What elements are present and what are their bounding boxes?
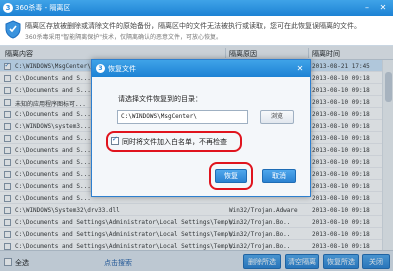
info-bar: 隔离区存放被删除或清除文件的原始备份，隔离区中的文件无法被执行或读取，您可在此恢… (0, 16, 393, 46)
info-subtext: 360杀毒采用"智能隔离保护"技术，仅隔离确认的恶意文件，可放心恢复。 (25, 34, 222, 41)
cancel-button[interactable]: 取消 (262, 169, 296, 183)
shield-icon (5, 20, 21, 39)
app-logo-icon: 3 (3, 3, 13, 13)
close-icon[interactable]: ✕ (377, 2, 389, 13)
dialog-titlebar: 3 恢复文件 ✕ (92, 60, 310, 77)
restore-button-highlight-annotation (209, 162, 253, 190)
browse-button[interactable]: 浏览 (260, 110, 294, 124)
info-text: 隔离区存放被删除或清除文件的原始备份，隔离区中的文件无法被执行或读取，您可在此恢… (25, 22, 361, 30)
restore-directory-prompt: 请选择文件恢复到的目录： (118, 95, 202, 103)
restore-file-dialog: 3 恢复文件 ✕ 请选择文件恢复到的目录： C:\WINDOWS\MsgCent… (91, 59, 311, 197)
minimize-icon[interactable]: – (361, 2, 373, 13)
window-title: 360杀毒 - 隔离区 (15, 4, 71, 12)
checkbox-highlight-annotation (106, 131, 242, 152)
window-titlebar: 3 360杀毒 - 隔离区 – ✕ (0, 0, 393, 16)
dialog-logo-icon: 3 (96, 64, 105, 73)
dialog-close-icon[interactable]: ✕ (294, 63, 306, 74)
restore-path-input[interactable]: C:\WINDOWS\MsgCenter\ (117, 110, 248, 124)
dialog-title: 恢复文件 (108, 65, 136, 73)
